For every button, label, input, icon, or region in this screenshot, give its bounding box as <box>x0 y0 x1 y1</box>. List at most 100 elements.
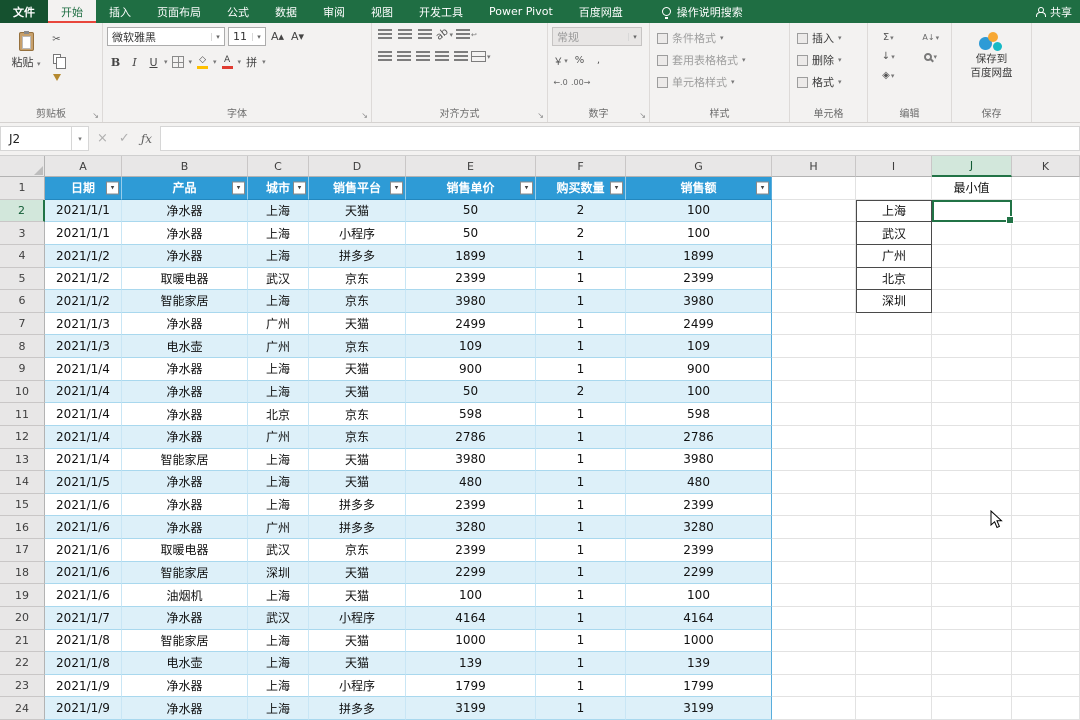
cell-K12[interactable] <box>1012 426 1080 449</box>
cell-A7[interactable]: 2021/1/3 <box>45 313 122 336</box>
cell-G21[interactable]: 1000 <box>626 630 772 653</box>
cell-J20[interactable] <box>932 607 1012 630</box>
borders-button[interactable] <box>170 53 187 71</box>
format-painter-button[interactable] <box>48 70 65 85</box>
cell-J12[interactable] <box>932 426 1012 449</box>
row-header-3[interactable]: 3 <box>0 222 45 245</box>
cell-C23[interactable]: 上海 <box>248 675 309 698</box>
cell-E17[interactable]: 2399 <box>406 539 536 562</box>
clear-button[interactable]: ◈▾ <box>872 68 905 83</box>
cell-I12[interactable] <box>856 426 932 449</box>
cell-D1[interactable]: 销售平台▾ <box>309 177 406 200</box>
cell-H19[interactable] <box>772 584 856 607</box>
cell-D20[interactable]: 小程序 <box>309 607 406 630</box>
formula-input[interactable] <box>160 126 1080 151</box>
fill-color-button[interactable]: ◇ <box>194 53 211 71</box>
increase-font-button[interactable]: A▴ <box>269 28 286 46</box>
cell-K20[interactable] <box>1012 607 1080 630</box>
align-right-button[interactable] <box>414 49 431 64</box>
cell-G5[interactable]: 2399 <box>626 268 772 291</box>
align-middle-button[interactable] <box>396 27 413 42</box>
cell-K19[interactable] <box>1012 584 1080 607</box>
copy-button[interactable] <box>48 51 65 66</box>
cell-F18[interactable]: 1 <box>536 562 626 585</box>
cell-B2[interactable]: 净水器 <box>122 200 248 223</box>
align-top-button[interactable] <box>376 27 393 42</box>
cell-G22[interactable]: 139 <box>626 652 772 675</box>
column-header-A[interactable]: A <box>45 156 122 177</box>
column-header-J[interactable]: J <box>932 156 1012 177</box>
cell-D8[interactable]: 京东 <box>309 335 406 358</box>
cell-H18[interactable] <box>772 562 856 585</box>
cell-J19[interactable] <box>932 584 1012 607</box>
cell-H1[interactable] <box>772 177 856 200</box>
cell-E11[interactable]: 598 <box>406 403 536 426</box>
tab-home[interactable]: 开始 <box>48 0 96 23</box>
filter-button-G[interactable]: ▾ <box>756 181 769 194</box>
cell-D2[interactable]: 天猫 <box>309 200 406 223</box>
cell-B17[interactable]: 取暖电器 <box>122 539 248 562</box>
bold-button[interactable]: B <box>107 53 124 71</box>
cell-C14[interactable]: 上海 <box>248 471 309 494</box>
cell-C15[interactable]: 上海 <box>248 494 309 517</box>
cell-C8[interactable]: 广州 <box>248 335 309 358</box>
cell-K8[interactable] <box>1012 335 1080 358</box>
row-header-18[interactable]: 18 <box>0 562 45 585</box>
name-box[interactable]: J2 <box>0 126 72 151</box>
cell-J3[interactable] <box>932 222 1012 245</box>
cell-I21[interactable] <box>856 630 932 653</box>
cell-E23[interactable]: 1799 <box>406 675 536 698</box>
cell-G9[interactable]: 900 <box>626 358 772 381</box>
cell-E2[interactable]: 50 <box>406 200 536 223</box>
cell-B9[interactable]: 净水器 <box>122 358 248 381</box>
cell-J4[interactable] <box>932 245 1012 268</box>
column-header-G[interactable]: G <box>626 156 772 177</box>
cell-A5[interactable]: 2021/1/2 <box>45 268 122 291</box>
cell-A9[interactable]: 2021/1/4 <box>45 358 122 381</box>
cell-G16[interactable]: 3280 <box>626 516 772 539</box>
cell-J14[interactable] <box>932 471 1012 494</box>
cell-G23[interactable]: 1799 <box>626 675 772 698</box>
cell-A12[interactable]: 2021/1/4 <box>45 426 122 449</box>
cell-J1[interactable]: 最小值 <box>932 177 1012 200</box>
comma-style-button[interactable]: , <box>590 53 607 68</box>
cell-A1[interactable]: 日期▾ <box>45 177 122 200</box>
cell-I5[interactable]: 北京 <box>856 268 932 291</box>
cell-A16[interactable]: 2021/1/6 <box>45 516 122 539</box>
cell-G14[interactable]: 480 <box>626 471 772 494</box>
dialog-launcher-icon[interactable]: ↘ <box>361 111 368 120</box>
cell-H10[interactable] <box>772 381 856 404</box>
cell-K9[interactable] <box>1012 358 1080 381</box>
cell-K3[interactable] <box>1012 222 1080 245</box>
sort-filter-button[interactable]: A↓▾ <box>915 30 948 45</box>
font-color-dropdown-icon[interactable]: ▾ <box>238 58 242 66</box>
cell-J17[interactable] <box>932 539 1012 562</box>
cell-B14[interactable]: 净水器 <box>122 471 248 494</box>
filter-button-C[interactable]: ▾ <box>293 181 306 194</box>
row-header-20[interactable]: 20 <box>0 607 45 630</box>
cell-F7[interactable]: 1 <box>536 313 626 336</box>
tab-view[interactable]: 视图 <box>358 0 406 23</box>
cell-C17[interactable]: 武汉 <box>248 539 309 562</box>
cell-C19[interactable]: 上海 <box>248 584 309 607</box>
cell-B5[interactable]: 取暖电器 <box>122 268 248 291</box>
cell-D21[interactable]: 天猫 <box>309 630 406 653</box>
row-header-14[interactable]: 14 <box>0 471 45 494</box>
cell-A8[interactable]: 2021/1/3 <box>45 335 122 358</box>
cell-H23[interactable] <box>772 675 856 698</box>
underline-button[interactable]: U <box>145 53 162 71</box>
phonetic-dropdown-icon[interactable]: ▾ <box>262 58 266 66</box>
enter-icon[interactable]: ✓ <box>119 131 130 146</box>
cell-K10[interactable] <box>1012 381 1080 404</box>
cell-C16[interactable]: 广州 <box>248 516 309 539</box>
cell-E15[interactable]: 2399 <box>406 494 536 517</box>
cell-H9[interactable] <box>772 358 856 381</box>
cell-B3[interactable]: 净水器 <box>122 222 248 245</box>
cell-B10[interactable]: 净水器 <box>122 381 248 404</box>
cell-E4[interactable]: 1899 <box>406 245 536 268</box>
cell-H7[interactable] <box>772 313 856 336</box>
cell-I23[interactable] <box>856 675 932 698</box>
save-to-baidu-button[interactable]: 保存到 百度网盘 <box>956 27 1027 80</box>
cell-F9[interactable]: 1 <box>536 358 626 381</box>
font-size-combo[interactable]: 11▾ <box>228 27 266 46</box>
